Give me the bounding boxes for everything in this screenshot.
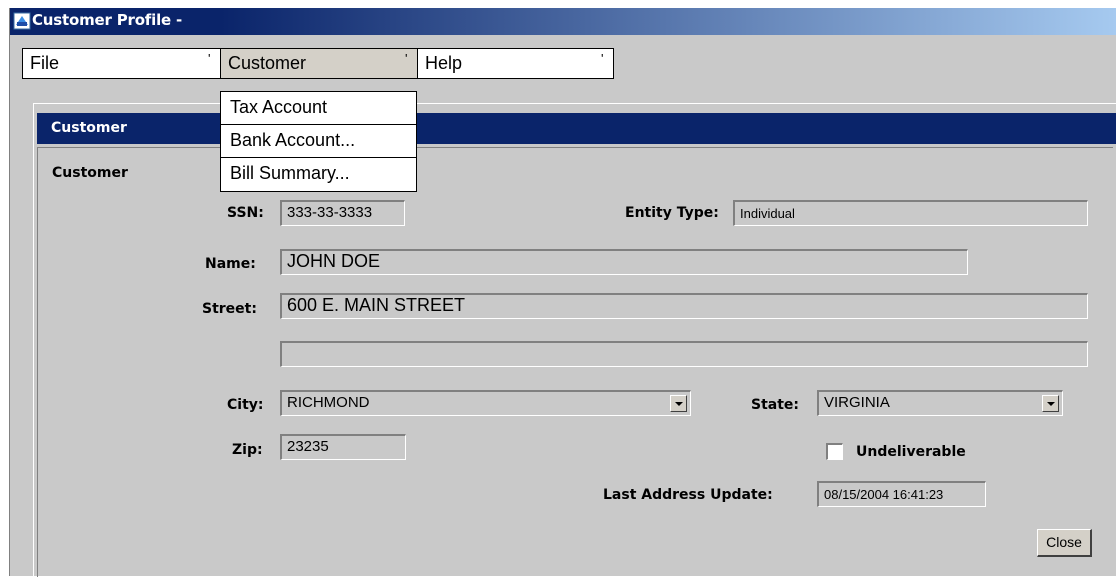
menu-customer-marker: ' [405,51,408,66]
last-address-update-field: 08/15/2004 16:41:23 [817,481,986,507]
menu-help[interactable]: Help ' [417,48,614,79]
menu-item-tax-account[interactable]: Tax Account [221,92,416,125]
menu-file-label: File [30,53,60,73]
entity-type-label: Entity Type: [625,205,719,221]
undeliverable-checkbox[interactable] [826,443,843,460]
entity-type-field[interactable]: Individual [733,200,1088,226]
app-icon [13,12,31,30]
last-address-update-label: Last Address Update: [603,487,773,503]
menu-customer-label: Customer [228,53,307,73]
section-label: Customer [52,165,128,181]
city-label: City: [227,397,264,413]
city-dropdown-arrow-icon[interactable] [670,395,687,412]
menu-help-marker: ' [601,51,604,66]
street-line2-field[interactable] [280,341,1088,367]
panel-header-title: Customer [51,120,127,136]
zip-field[interactable]: 23235 [280,434,406,460]
menu-file-marker: ' [208,51,211,66]
street-line1-field[interactable]: 600 E. MAIN STREET [280,293,1088,319]
menu-customer[interactable]: Customer ' [220,48,418,79]
street-label: Street: [202,301,257,317]
title-bar[interactable]: Customer Profile - [10,8,1116,35]
window-title: Customer Profile - [32,11,183,29]
menu-item-bank-account[interactable]: Bank Account... [221,125,416,158]
close-button[interactable]: Close [1037,529,1092,557]
state-label: State: [751,397,800,413]
menu-item-bill-summary[interactable]: Bill Summary... [221,158,416,191]
menu-file[interactable]: File ' [22,48,221,79]
zip-label: Zip: [232,442,263,458]
state-select-value: VIRGINIA [824,394,890,411]
customer-menu-dropdown: Tax Account Bank Account... Bill Summary… [220,91,417,192]
name-field[interactable]: JOHN DOE [280,249,968,275]
city-select[interactable]: RICHMOND [280,390,691,416]
ssn-label: SSN: [227,205,264,221]
state-select[interactable]: VIRGINIA [817,390,1063,416]
name-label: Name: [205,256,256,272]
menu-help-label: Help [425,53,463,73]
undeliverable-label: Undeliverable [856,444,966,460]
panel-header: Customer [37,113,1116,144]
state-dropdown-arrow-icon[interactable] [1042,395,1059,412]
city-select-value: RICHMOND [287,394,370,411]
ssn-field[interactable]: 333-33-3333 [280,200,405,226]
